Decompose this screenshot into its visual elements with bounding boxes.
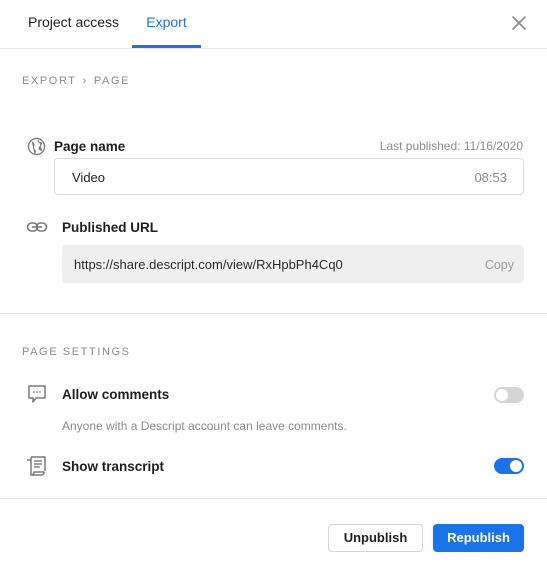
tab-bar: Project access Export (0, 0, 547, 49)
breadcrumb-export: EXPORT (22, 75, 77, 87)
published-url-label: Published URL (62, 220, 159, 235)
tab-export[interactable]: Export (132, 0, 201, 48)
comment-icon (28, 385, 46, 403)
page-duration: 08:53 (474, 170, 507, 185)
breadcrumb: EXPORT › PAGE (22, 75, 130, 87)
published-url-box: https://share.descript.com/view/RxHpbPh4… (62, 245, 524, 283)
show-transcript-toggle[interactable] (494, 458, 524, 474)
breadcrumb-page: PAGE (93, 75, 131, 87)
page-name-field[interactable]: Video 08:53 (54, 158, 524, 195)
copy-button[interactable]: Copy (485, 258, 514, 272)
page-settings-title: PAGE SETTINGS (22, 346, 131, 358)
allow-comments-description: Anyone with a Descript account can leave… (62, 419, 347, 433)
toggle-knob (510, 460, 522, 472)
section-divider (0, 313, 547, 314)
last-published-text: Last published: 11/16/2020 (379, 139, 523, 153)
toggle-knob (496, 389, 508, 401)
globe-icon (27, 137, 46, 156)
link-icon (26, 222, 48, 232)
unpublish-button[interactable]: Unpublish (328, 524, 423, 552)
page-name-value[interactable]: Video (72, 170, 105, 185)
breadcrumb-separator: › (82, 75, 88, 87)
tab-project-access[interactable]: Project access (28, 0, 119, 48)
republish-button[interactable]: Republish (433, 524, 524, 552)
footer-divider (0, 498, 547, 499)
show-transcript-label: Show transcript (62, 459, 165, 474)
page-name-label: Page name (54, 139, 126, 154)
allow-comments-toggle[interactable] (494, 387, 524, 403)
published-url-value[interactable]: https://share.descript.com/view/RxHpbPh4… (74, 257, 343, 272)
transcript-icon (27, 456, 46, 476)
close-icon[interactable] (509, 13, 529, 33)
allow-comments-label: Allow comments (62, 387, 170, 402)
